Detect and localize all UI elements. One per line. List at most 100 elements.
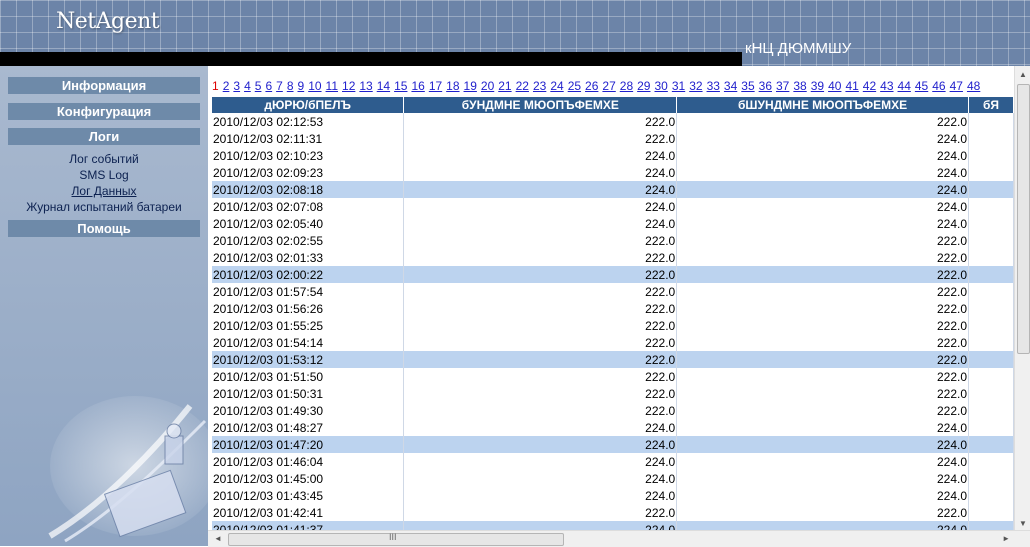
column-header-datetime[interactable]: дЮРЮ/бПЕЛЪ [212, 97, 405, 113]
page-link[interactable]: 12 [342, 79, 355, 93]
cell-datetime: 2010/12/03 01:49:30 [212, 402, 405, 419]
page-link[interactable]: 34 [724, 79, 737, 93]
page-link[interactable]: 5 [255, 79, 262, 93]
sidebar-subitem-battery-test-log[interactable]: Журнал испытаний батареи [0, 199, 208, 215]
cell-input-voltage: 222.0 [403, 368, 678, 385]
page-link[interactable]: 19 [464, 79, 477, 93]
cell-output-voltage: 224.0 [676, 130, 970, 147]
page-link[interactable]: 16 [411, 79, 424, 93]
page-link[interactable]: 15 [394, 79, 407, 93]
cell-datetime: 2010/12/03 01:47:20 [212, 436, 405, 453]
page-link[interactable]: 17 [429, 79, 442, 93]
page-link[interactable]: 22 [516, 79, 529, 93]
horizontal-scroll-thumb[interactable]: III [228, 532, 564, 546]
page-link[interactable]: 25 [568, 79, 581, 93]
page-link[interactable]: 41 [845, 79, 858, 93]
cell-partial [968, 249, 1014, 266]
cell-partial [968, 436, 1014, 453]
table-row: 2010/12/03 01:56:26 222.0 222.0 [212, 300, 1014, 317]
sidebar-item-logs[interactable]: Логи [8, 128, 200, 145]
page-link[interactable]: 13 [359, 79, 372, 93]
page-link[interactable]: 31 [672, 79, 685, 93]
sidebar-subitem-event-log[interactable]: Лог событий [0, 151, 208, 167]
page-link[interactable]: 8 [287, 79, 294, 93]
horizontal-scrollbar[interactable]: ◄ III ► [208, 530, 1030, 547]
page-link[interactable]: 2 [223, 79, 230, 93]
page-link[interactable]: 26 [585, 79, 598, 93]
vertical-scrollbar[interactable]: ▲ ▼ [1014, 66, 1030, 530]
cell-datetime: 2010/12/03 02:07:08 [212, 198, 405, 215]
page-link[interactable]: 20 [481, 79, 494, 93]
page-link[interactable]: 46 [932, 79, 945, 93]
page-link[interactable]: 30 [654, 79, 667, 93]
column-header-output-voltage[interactable]: бШУНДМНЕ МЮОПЪФЕМХЕ [676, 97, 970, 113]
cell-output-voltage: 222.0 [676, 334, 970, 351]
page-link[interactable]: 37 [776, 79, 789, 93]
sidebar-item-information[interactable]: Информация [8, 77, 200, 94]
header-bar [0, 52, 742, 66]
page-link[interactable]: 36 [759, 79, 772, 93]
page-link[interactable]: 24 [550, 79, 563, 93]
column-header-partial[interactable]: бЯ [968, 97, 1014, 113]
cell-output-voltage: 224.0 [676, 181, 970, 198]
vertical-scroll-thumb[interactable] [1017, 84, 1030, 354]
scroll-up-icon[interactable]: ▲ [1019, 70, 1027, 79]
table-header-row: дЮРЮ/бПЕЛЪ бУНДМНЕ МЮОПЪФЕМХЕ бШУНДМНЕ М… [212, 97, 1014, 113]
table-body: 2010/12/03 02:12:53 222.0 222.0 2010/12/03 … [212, 113, 1014, 538]
page-link[interactable]: 1 [212, 79, 219, 93]
table-row: 2010/12/03 02:05:40 224.0 224.0 [212, 215, 1014, 232]
page-link[interactable]: 29 [637, 79, 650, 93]
cell-input-voltage: 222.0 [403, 249, 678, 266]
page-link[interactable]: 14 [377, 79, 390, 93]
cell-datetime: 2010/12/03 02:05:40 [212, 215, 405, 232]
cell-datetime: 2010/12/03 02:00:22 [212, 266, 405, 283]
page-link[interactable]: 40 [828, 79, 841, 93]
table-row: 2010/12/03 01:49:30 222.0 222.0 [212, 402, 1014, 419]
cell-partial [968, 470, 1014, 487]
page-link[interactable]: 21 [498, 79, 511, 93]
sidebar-subitem-data-log[interactable]: Лог Данных [0, 183, 208, 199]
cell-datetime: 2010/12/03 01:48:27 [212, 419, 405, 436]
page-link[interactable]: 3 [233, 79, 240, 93]
page-link[interactable]: 9 [298, 79, 305, 93]
table-row: 2010/12/03 01:57:54 222.0 222.0 [212, 283, 1014, 300]
page-link[interactable]: 28 [620, 79, 633, 93]
cell-datetime: 2010/12/03 01:56:26 [212, 300, 405, 317]
page-link[interactable]: 7 [276, 79, 283, 93]
page-link[interactable]: 35 [741, 79, 754, 93]
page-link[interactable]: 43 [880, 79, 893, 93]
page-link[interactable]: 38 [793, 79, 806, 93]
cell-partial [968, 181, 1014, 198]
cell-partial [968, 130, 1014, 147]
cell-input-voltage: 222.0 [403, 385, 678, 402]
page-link[interactable]: 47 [950, 79, 963, 93]
page-link[interactable]: 6 [265, 79, 272, 93]
scroll-left-icon[interactable]: ◄ [214, 534, 222, 543]
page-link[interactable]: 33 [707, 79, 720, 93]
page-link[interactable]: 4 [244, 79, 251, 93]
sidebar-item-help[interactable]: Помощь [8, 220, 200, 237]
scroll-down-icon[interactable]: ▼ [1019, 519, 1027, 528]
page-link[interactable]: 27 [602, 79, 615, 93]
page-link[interactable]: 45 [915, 79, 928, 93]
table-row: 2010/12/03 01:51:50 222.0 222.0 [212, 368, 1014, 385]
page-link[interactable]: 39 [811, 79, 824, 93]
page-link[interactable]: 18 [446, 79, 459, 93]
scroll-right-icon[interactable]: ► [1002, 534, 1010, 543]
column-header-input-voltage[interactable]: бУНДМНЕ МЮОПЪФЕМХЕ [403, 97, 678, 113]
page-link[interactable]: 44 [898, 79, 911, 93]
cell-input-voltage: 224.0 [403, 215, 678, 232]
table-row: 2010/12/03 01:54:14 222.0 222.0 [212, 334, 1014, 351]
page-link[interactable]: 11 [326, 79, 338, 93]
cell-input-voltage: 222.0 [403, 232, 678, 249]
cell-datetime: 2010/12/03 02:11:31 [212, 130, 405, 147]
page-link[interactable]: 42 [863, 79, 876, 93]
sidebar-subitem-sms-log[interactable]: SMS Log [0, 167, 208, 183]
sidebar-item-configuration[interactable]: Конфигурация [8, 103, 200, 120]
page-link[interactable]: 23 [533, 79, 546, 93]
page-link[interactable]: 10 [308, 79, 321, 93]
cell-input-voltage: 224.0 [403, 198, 678, 215]
page-link[interactable]: 48 [967, 79, 980, 93]
page-link[interactable]: 32 [689, 79, 702, 93]
table-row: 2010/12/03 01:43:45 224.0 224.0 [212, 487, 1014, 504]
